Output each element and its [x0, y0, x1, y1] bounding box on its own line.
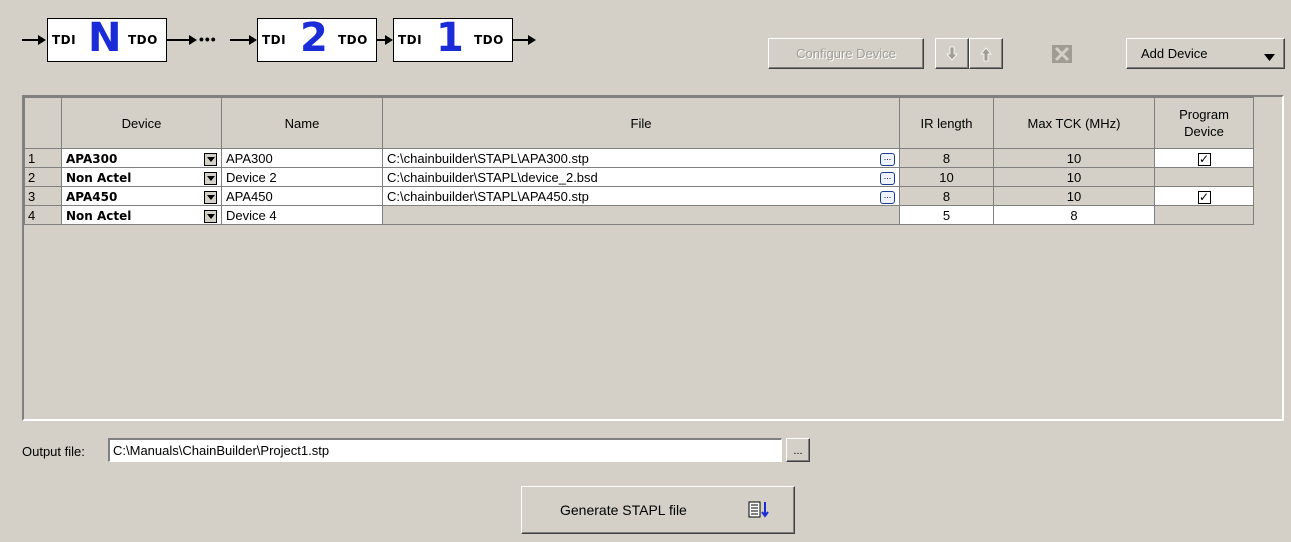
file-cell[interactable]: C:\chainbuilder\STAPL\device_2.bsd ... [382, 167, 900, 187]
chain-device-2: TDI 2 TDO [257, 15, 377, 62]
device-type: Non Actel [66, 208, 132, 223]
file-path: C:\chainbuilder\STAPL\device_2.bsd [387, 169, 598, 185]
ir-length-cell[interactable]: 5 [899, 205, 994, 225]
output-file-label: Output file: [22, 444, 85, 459]
arrow-down-icon [945, 46, 959, 62]
dropdown-arrow-icon[interactable] [204, 152, 217, 166]
output-file-input[interactable]: C:\Manuals\ChainBuilder\Project1.stp [108, 438, 782, 462]
generate-file-icon [748, 501, 770, 522]
move-up-button[interactable] [969, 38, 1003, 69]
chevron-down-icon [1264, 50, 1275, 65]
device-cell[interactable]: Non Actel [61, 205, 222, 225]
header-rownum [24, 97, 62, 149]
dropdown-arrow-icon[interactable] [204, 171, 217, 185]
max-tck-cell: 10 [993, 167, 1155, 187]
header-ir-length: IR length [899, 97, 994, 149]
dropdown-arrow-icon[interactable] [204, 209, 217, 223]
max-tck-cell[interactable]: 8 [993, 205, 1155, 225]
program-checkbox[interactable]: ✓ [1197, 152, 1211, 166]
arrow-right-icon [38, 35, 46, 45]
header-program-device: Program Device [1154, 97, 1254, 149]
table-header-row: Device Name File IR length Max TCK (MHz)… [24, 97, 1254, 149]
device-number: N [88, 15, 122, 61]
arrow-right-icon [249, 35, 257, 45]
device-type: APA300 [66, 151, 118, 166]
name-cell[interactable]: Device 2 [221, 167, 383, 187]
device-number: 1 [436, 15, 464, 61]
name-cell[interactable]: APA450 [221, 186, 383, 206]
tdo-label: TDO [338, 33, 368, 47]
chain-device-1: TDI 1 TDO [393, 15, 513, 62]
arrow-up-icon [979, 46, 993, 62]
dropdown-arrow-icon[interactable] [204, 190, 217, 204]
header-file: File [382, 97, 900, 149]
program-device-cell[interactable]: ✓ [1154, 148, 1254, 168]
table-row: 4 Non Actel Device 4 5 8 [24, 205, 1254, 225]
tdi-label: TDI [52, 33, 77, 47]
device-grid: Device Name File IR length Max TCK (MHz)… [22, 95, 1284, 421]
browse-icon[interactable]: ... [880, 190, 895, 204]
device-cell[interactable]: APA450 [61, 186, 222, 206]
arrow-right-icon [528, 35, 536, 45]
file-path: C:\chainbuilder\STAPL\APA450.stp [387, 188, 589, 204]
tdo-label: TDO [474, 33, 504, 47]
tdo-label: TDO [128, 33, 158, 47]
table-row: 2 Non Actel Device 2 C:\chainbuilder\STA… [24, 167, 1254, 187]
file-cell[interactable]: C:\chainbuilder\STAPL\APA450.stp ... [382, 186, 900, 206]
header-max-tck: Max TCK (MHz) [993, 97, 1155, 149]
ir-length-cell: 8 [899, 148, 994, 168]
name-cell[interactable]: Device 4 [221, 205, 383, 225]
table-row: 1 APA300 APA300 C:\chainbuilder\STAPL\AP… [24, 148, 1254, 168]
device-table: Device Name File IR length Max TCK (MHz)… [24, 97, 1254, 225]
file-cell [382, 205, 900, 225]
header-program-device-label: Program Device [1179, 107, 1229, 139]
program-device-cell[interactable]: ✓ [1154, 186, 1254, 206]
file-cell[interactable]: C:\chainbuilder\STAPL\APA300.stp ... [382, 148, 900, 168]
delete-device-button[interactable] [1013, 38, 1115, 69]
device-cell[interactable]: Non Actel [61, 167, 222, 187]
device-type: Non Actel [66, 170, 132, 185]
tdi-label: TDI [398, 33, 423, 47]
header-name: Name [221, 97, 383, 149]
add-device-button[interactable]: Add Device [1126, 38, 1285, 69]
row-number: 1 [24, 148, 62, 168]
device-type: APA450 [66, 189, 118, 204]
chain-device-n: TDI N TDO [47, 15, 167, 62]
ir-length-cell: 8 [899, 186, 994, 206]
browse-icon[interactable]: ... [880, 152, 895, 166]
move-down-button[interactable] [935, 38, 969, 69]
add-device-label: Add Device [1141, 46, 1208, 61]
max-tck-cell: 10 [993, 186, 1155, 206]
configure-device-button[interactable]: Configure Device [768, 38, 924, 69]
ellipsis: ••• [199, 31, 217, 47]
output-browse-button[interactable]: ... [786, 438, 810, 462]
device-number: 2 [300, 15, 328, 61]
device-cell[interactable]: APA300 [61, 148, 222, 168]
generate-label: Generate STAPL file [560, 502, 687, 518]
table-row: 3 APA450 APA450 C:\chainbuilder\STAPL\AP… [24, 186, 1254, 206]
delete-icon [1051, 44, 1073, 64]
row-number: 4 [24, 205, 62, 225]
file-path: C:\chainbuilder\STAPL\APA300.stp [387, 150, 589, 166]
row-number: 2 [24, 167, 62, 187]
program-checkbox[interactable]: ✓ [1197, 190, 1211, 204]
browse-icon[interactable]: ... [880, 171, 895, 185]
generate-stapl-button[interactable]: Generate STAPL file [521, 486, 795, 534]
program-device-cell [1154, 167, 1254, 187]
ir-length-cell: 10 [899, 167, 994, 187]
arrow-right-icon [385, 35, 393, 45]
header-device: Device [61, 97, 222, 149]
tdi-label: TDI [262, 33, 287, 47]
name-cell[interactable]: APA300 [221, 148, 383, 168]
max-tck-cell: 10 [993, 148, 1155, 168]
program-device-cell [1154, 205, 1254, 225]
arrow-right-icon [189, 35, 197, 45]
row-number: 3 [24, 186, 62, 206]
